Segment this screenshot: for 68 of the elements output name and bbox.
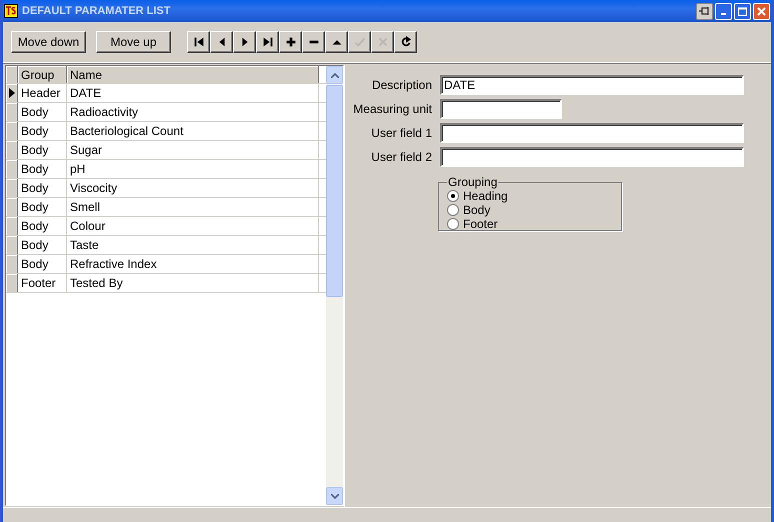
navigator-button[interactable] [187,31,210,53]
scroll-down-icon[interactable] [326,487,343,505]
table-cell: Refractive Index [67,255,319,273]
scrollbar[interactable] [326,66,343,505]
table-cell: Smell [67,198,319,216]
row-indicator[interactable] [6,84,18,102]
radio-label[interactable]: Heading [463,189,508,203]
navigator-button[interactable] [394,31,417,53]
navigator-button[interactable] [325,31,348,53]
table-cell: Body [18,179,67,197]
table-cell: Taste [67,236,319,254]
table-cell: Body [18,255,67,273]
pin-icon [698,6,710,16]
maximize-icon [738,6,747,16]
table-cell: Body [18,122,67,140]
radio-button[interactable] [447,190,459,202]
toolbar-button[interactable]: Move up [96,31,171,53]
column-header[interactable]: Name [67,66,319,83]
table-cell: Radioactivity [67,103,319,121]
toolbar-button[interactable]: Move down [11,31,86,53]
current-row-icon [8,88,14,98]
table-cell: Header [18,84,67,102]
field-label: User field 2 [370,150,432,164]
field-label: User field 1 [370,126,432,140]
group-title: Grouping [447,175,498,189]
table-cell: Bacteriological Count [67,122,319,140]
input-field[interactable] [440,147,744,167]
table-cell: Colour [67,217,319,235]
close-icon [757,6,766,16]
table-cell: Body [18,198,67,216]
navigator-button[interactable] [256,31,279,53]
table-cell: Footer [18,274,67,292]
navigator-button[interactable] [279,31,302,53]
table-cell: Tested By [67,274,319,292]
column-header[interactable]: Group [18,66,67,83]
field-label: Measuring unit [352,102,432,116]
radio-label[interactable]: Footer [463,217,498,231]
table-cell: pH [67,160,319,178]
input-field[interactable]: DATE [440,75,744,95]
navigator-button[interactable] [210,31,233,53]
insert-icon [284,35,298,49]
table-cell: Body [18,141,67,159]
table-cell: Body [18,217,67,235]
table-cell: DATE [67,84,319,102]
close-button[interactable] [753,2,770,20]
scroll-thumb[interactable] [326,85,343,297]
table-cell: Sugar [67,141,319,159]
navigator-button[interactable] [302,31,325,53]
input-field[interactable] [440,99,562,119]
minimize-button[interactable] [715,2,732,20]
navigator-button[interactable] [233,31,256,53]
app-icon [4,4,18,18]
table-cell: Body [18,103,67,121]
radio-button[interactable] [447,204,459,216]
table-cell: Body [18,236,67,254]
last-icon [260,35,274,49]
maximize-button[interactable] [734,2,751,20]
radio-button[interactable] [447,218,459,230]
first-icon [192,35,206,49]
table-cell: Body [18,160,67,178]
pin-button[interactable] [696,2,713,20]
scroll-up-icon[interactable] [326,66,343,84]
radio-label[interactable]: Body [463,203,490,217]
window-title: DEFAULT PARAMATER LIST [22,5,172,17]
table-cell: Viscocity [67,179,319,197]
input-field[interactable] [440,123,744,143]
post-icon [352,35,366,49]
field-label: Description [370,78,432,92]
